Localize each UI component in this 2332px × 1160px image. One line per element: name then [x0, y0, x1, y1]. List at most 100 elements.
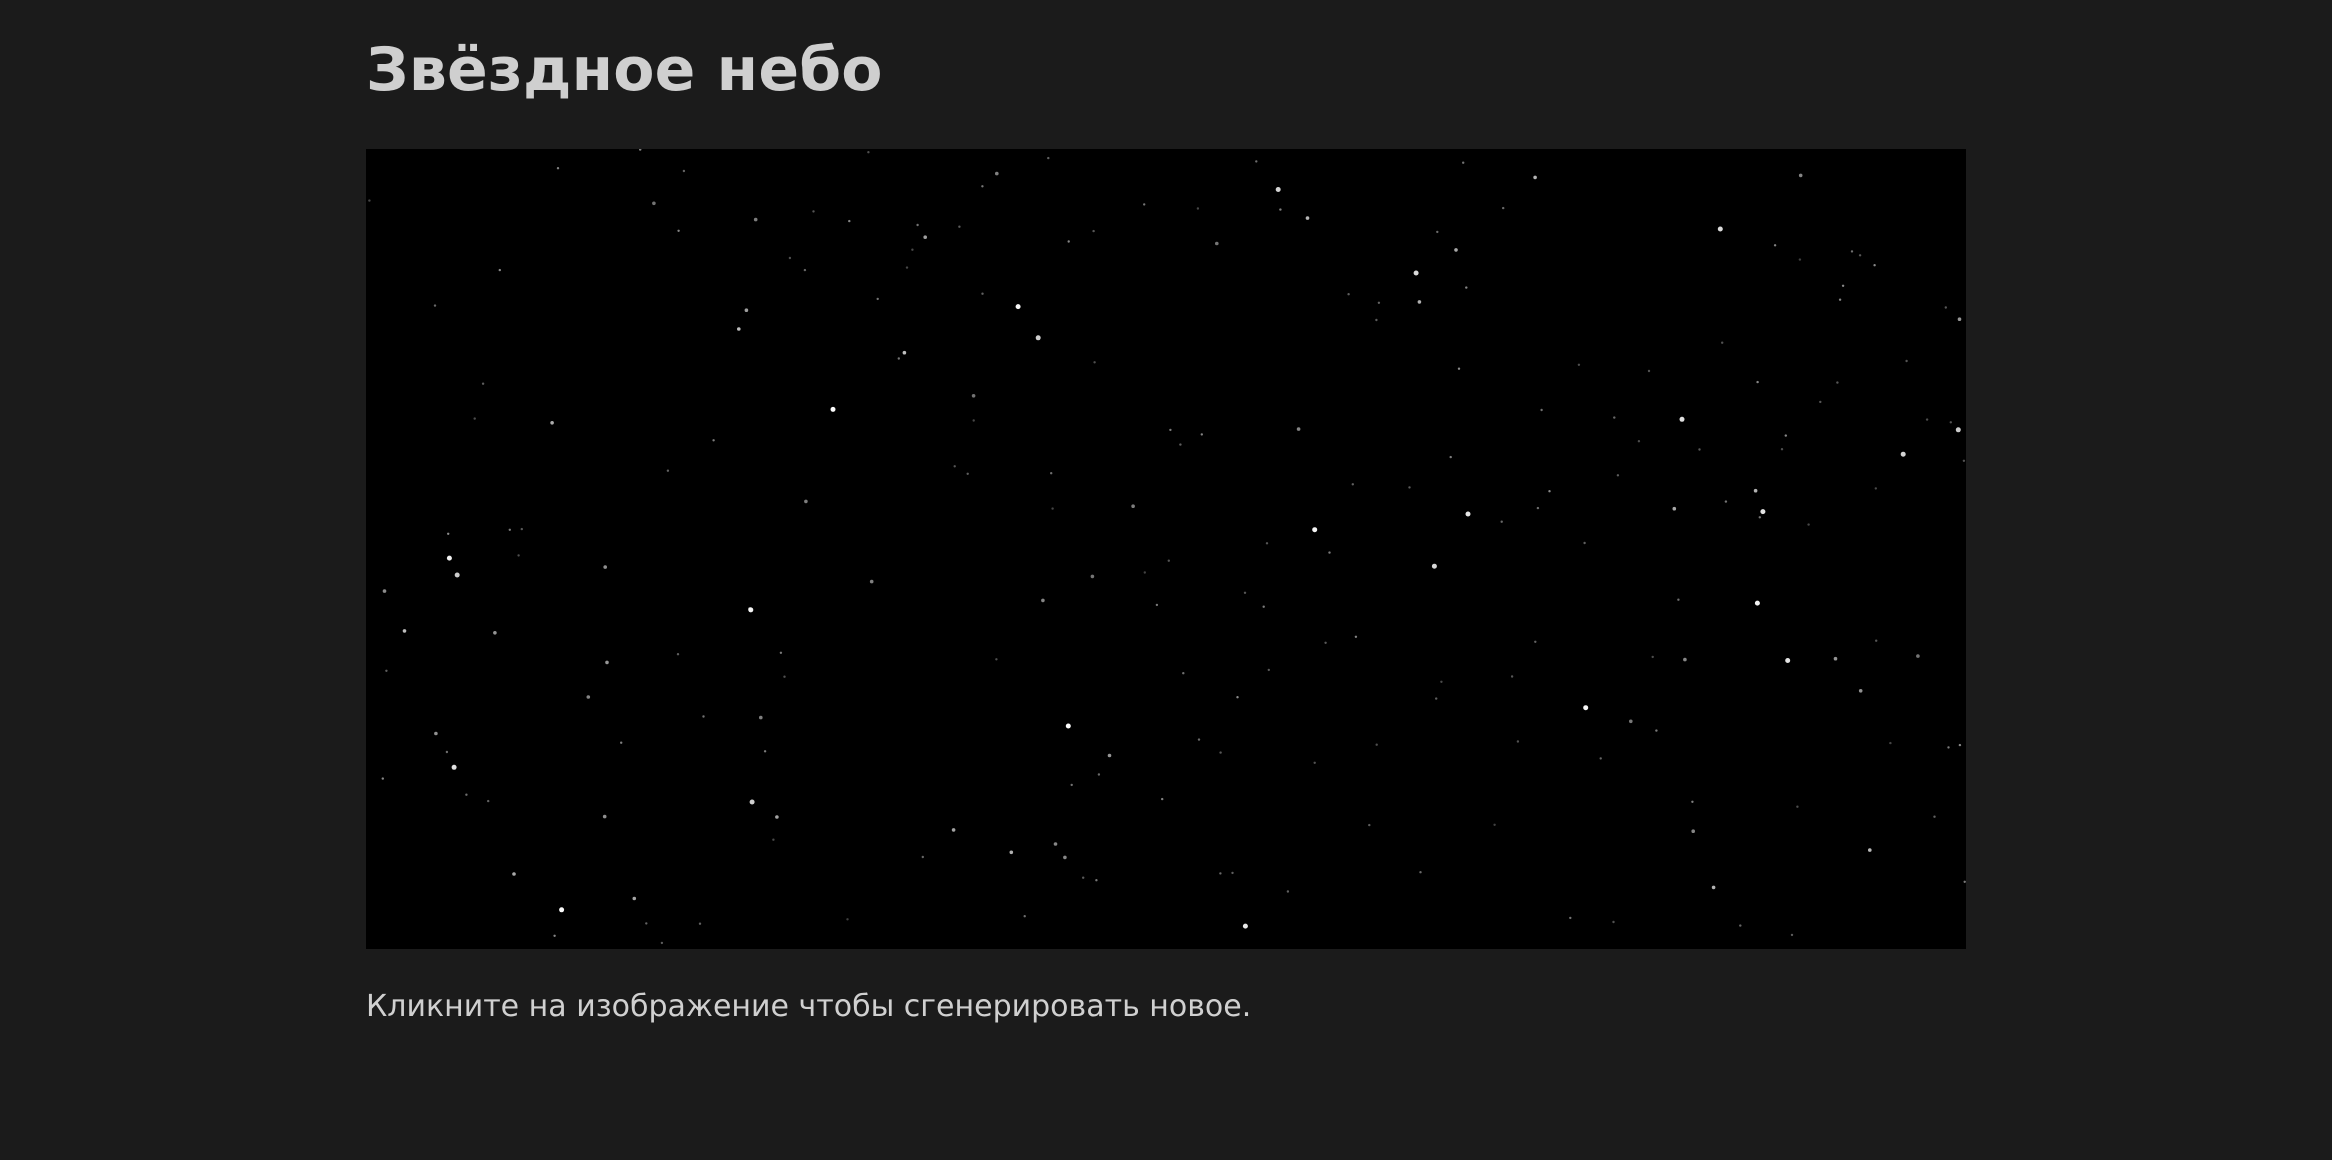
star: [445, 750, 449, 754]
star: [1419, 871, 1422, 874]
star: [1647, 369, 1651, 373]
star: [1182, 672, 1185, 675]
star: [605, 660, 609, 665]
star: [869, 579, 874, 584]
star: [1548, 490, 1551, 493]
star: [1296, 427, 1301, 431]
star: [660, 941, 664, 945]
star: [737, 327, 741, 331]
star: [1440, 680, 1443, 683]
star: [1435, 697, 1438, 700]
star: [1698, 448, 1701, 451]
star: [971, 394, 976, 398]
star: [846, 918, 849, 921]
star: [1009, 850, 1014, 855]
star: [1090, 574, 1095, 579]
star: [1583, 705, 1589, 711]
star: [1534, 640, 1537, 643]
star: [481, 382, 485, 385]
star: [677, 229, 680, 232]
star: [1047, 156, 1050, 160]
star: [1533, 175, 1537, 180]
starry-sky-image[interactable]: [366, 149, 1966, 949]
star: [1143, 203, 1146, 206]
star: [517, 554, 520, 557]
star: [645, 922, 648, 925]
star: [1502, 206, 1505, 210]
star: [1417, 300, 1422, 304]
star: [1375, 318, 1378, 322]
star: [921, 855, 924, 859]
star: [981, 185, 984, 188]
star: [1219, 872, 1222, 875]
star: [1107, 753, 1112, 758]
star: [1962, 459, 1966, 462]
star: [1957, 317, 1962, 321]
star: [368, 199, 371, 202]
star: [402, 629, 407, 633]
star: [1949, 421, 1953, 424]
star: [1963, 880, 1966, 883]
star: [1063, 855, 1067, 860]
star: [1454, 248, 1458, 252]
star: [1095, 879, 1098, 882]
star: [1925, 418, 1929, 421]
instruction-text: Кликните на изображение чтобы сгенериров…: [366, 989, 1252, 1024]
star: [911, 248, 914, 251]
star: [1408, 486, 1411, 489]
star: [1889, 741, 1892, 745]
star: [1858, 254, 1862, 257]
star: [1758, 516, 1762, 519]
star: [951, 828, 956, 832]
star: [1377, 301, 1381, 304]
page-container: Звёздное небо Кликните на изображение чт…: [366, 0, 1966, 1160]
star: [1200, 433, 1203, 436]
star: [1599, 757, 1602, 760]
star: [1305, 216, 1310, 220]
star: [682, 169, 686, 173]
star: [1916, 654, 1920, 658]
star: [1041, 598, 1045, 603]
star: [454, 572, 460, 578]
star: [1328, 551, 1331, 554]
star: [652, 201, 656, 206]
star: [1724, 500, 1728, 503]
star: [995, 658, 998, 661]
star: [1023, 915, 1026, 918]
star: [702, 715, 705, 718]
star: [508, 528, 511, 531]
star: [1841, 284, 1845, 287]
star: [446, 555, 452, 561]
star: [712, 439, 715, 442]
star: [603, 565, 607, 569]
star: [1955, 427, 1961, 433]
star: [1760, 509, 1766, 515]
star: [602, 814, 607, 819]
star: [804, 499, 808, 504]
star: [897, 357, 900, 360]
star: [1947, 746, 1950, 749]
star: [1613, 416, 1616, 419]
star: [1215, 241, 1219, 246]
star: [1262, 605, 1265, 608]
star: [1500, 520, 1503, 523]
star: [1655, 729, 1658, 732]
star: [966, 472, 969, 475]
star: [1900, 451, 1906, 457]
star: [1092, 229, 1095, 233]
star: [1933, 815, 1936, 818]
star: [666, 469, 670, 472]
star: [1347, 293, 1350, 296]
star: [1540, 408, 1543, 412]
star: [779, 651, 783, 654]
star: [1683, 657, 1687, 662]
star: [381, 777, 384, 780]
star: [1324, 641, 1327, 644]
star: [953, 465, 956, 468]
star: [1612, 920, 1615, 924]
star: [916, 223, 919, 227]
star: [1155, 603, 1159, 607]
star: [1243, 591, 1247, 594]
star: [1569, 916, 1572, 920]
star: [451, 764, 457, 770]
